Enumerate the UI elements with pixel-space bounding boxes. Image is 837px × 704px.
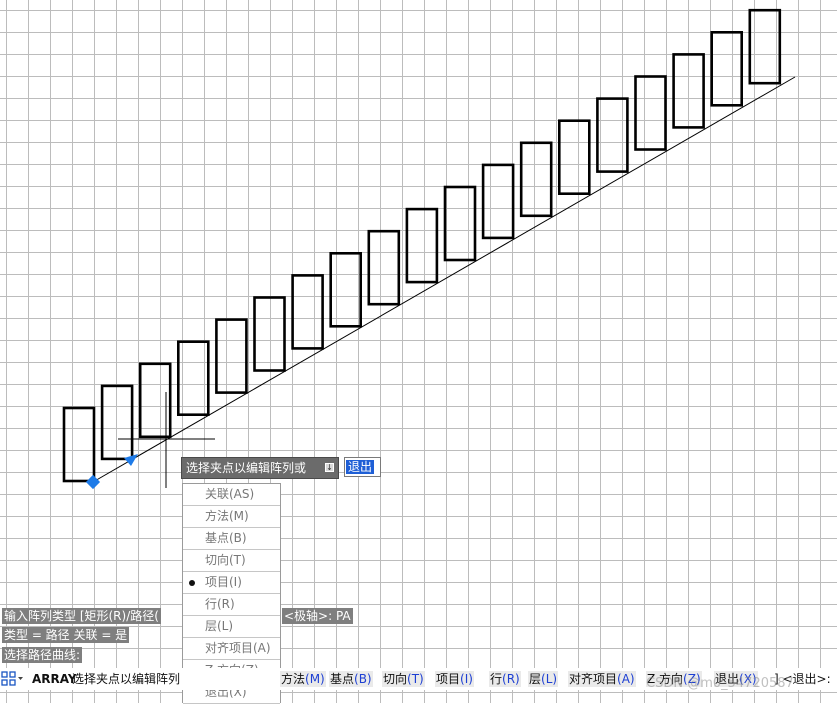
- array-item-rect[interactable]: [672, 53, 705, 129]
- array-icon[interactable]: [1, 671, 25, 687]
- array-item-rect[interactable]: [634, 75, 667, 151]
- watermark: CSDN @m0_54720587: [646, 676, 794, 691]
- array-item-rect[interactable]: [367, 229, 401, 306]
- dynamic-prompt-text: 选择夹点以编辑阵列或: [186, 461, 307, 475]
- option-align-items[interactable]: 对齐项目(A): [568, 671, 636, 687]
- grip-base-point[interactable]: [85, 474, 101, 490]
- dropdown-pick-icon[interactable]: ↓: [325, 463, 334, 472]
- option-levels[interactable]: 层(L): [528, 671, 559, 687]
- dynamic-input-value: 退出: [346, 460, 375, 474]
- selected-dot-icon: [189, 580, 195, 586]
- menu-item-base-point[interactable]: 基点(B): [183, 528, 280, 550]
- array-item-rect[interactable]: [177, 340, 210, 417]
- array-items[interactable]: [62, 8, 782, 483]
- array-item-rect[interactable]: [481, 163, 515, 240]
- array-item-rect[interactable]: [557, 119, 591, 195]
- history-line-type-path: 类型 = 路径 关联 = 是: [2, 627, 130, 643]
- array-item-rect[interactable]: [100, 384, 134, 461]
- menu-item-method[interactable]: 方法(M): [183, 506, 280, 528]
- array-item-rect[interactable]: [329, 252, 363, 328]
- array-item-rect[interactable]: [596, 97, 629, 173]
- menu-item-associative[interactable]: 关联(AS): [183, 484, 280, 506]
- array-item-rect[interactable]: [710, 30, 744, 107]
- path-curve[interactable]: [92, 76, 796, 483]
- option-method[interactable]: 方法(M): [280, 671, 326, 687]
- array-item-rect[interactable]: [405, 207, 439, 284]
- array-item-rect[interactable]: [519, 141, 553, 218]
- array-item-rect[interactable]: [748, 8, 782, 85]
- command-name: ARRAY: [32, 672, 77, 686]
- option-base-point[interactable]: 基点(B): [329, 671, 373, 687]
- dynamic-input-prompt: 选择夹点以编辑阵列或 ↓: [181, 457, 339, 479]
- array-item-rect[interactable]: [443, 185, 477, 262]
- array-item-rect[interactable]: [253, 296, 286, 372]
- option-rows[interactable]: 行(R): [489, 671, 521, 687]
- history-line-array-type: 输入阵列类型 [矩形(R)/路径(: [2, 608, 161, 624]
- menu-item-levels[interactable]: 层(L): [183, 616, 280, 638]
- menu-item-align-items[interactable]: 对齐项目(A): [183, 638, 280, 660]
- dynamic-input-field[interactable]: 退出: [344, 457, 381, 477]
- drawing-canvas[interactable]: [0, 0, 837, 703]
- menu-item-rows[interactable]: 行(R): [183, 594, 280, 616]
- menu-item-items[interactable]: 项目(I): [183, 572, 280, 594]
- array-item-rect[interactable]: [215, 318, 248, 394]
- option-items[interactable]: 项目(I): [435, 671, 474, 687]
- command-prompt: 选择夹点以编辑阵列: [72, 672, 181, 686]
- menu-item-tangent[interactable]: 切向(T): [183, 550, 280, 572]
- drawing-svg[interactable]: [0, 0, 837, 703]
- array-item-rect[interactable]: [62, 406, 96, 483]
- option-tangent[interactable]: 切向(T): [382, 671, 425, 687]
- history-line-polar: <极轴>: PA: [282, 608, 353, 624]
- history-line-select-path: 选择路径曲线:: [2, 647, 83, 663]
- array-item-rect[interactable]: [291, 274, 324, 350]
